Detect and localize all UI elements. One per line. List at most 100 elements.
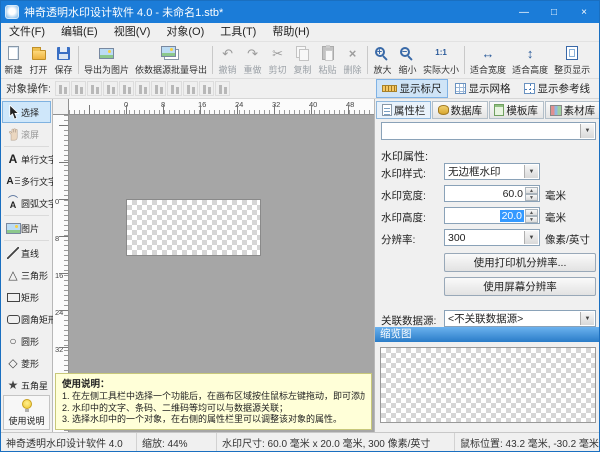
tool-triangle-label: 三角形 (21, 269, 48, 282)
spin-up-icon[interactable]: ▲ (525, 209, 538, 216)
undo-button[interactable]: ↶ 撤销 (215, 43, 240, 78)
tool-diamond[interactable]: ◇ 菱形 (2, 352, 51, 374)
tool-triangle[interactable]: △ 三角形 (2, 264, 51, 286)
paste-button[interactable]: 粘贴 (315, 43, 340, 78)
style-select[interactable]: 无边框水印 ▼ (444, 163, 540, 180)
to-back-icon[interactable] (215, 81, 230, 96)
thumbnail-preview (380, 347, 596, 423)
horizontal-ruler: 0 8 16 24 32 40 48 (69, 99, 374, 115)
tool-round-rect[interactable]: 圆角矩形 (2, 308, 51, 330)
materials-icon (550, 105, 562, 116)
tool-pan[interactable]: 滚屏 (2, 123, 51, 145)
spin-up-icon[interactable]: ▲ (525, 187, 538, 194)
menu-file[interactable]: 文件(F) (1, 23, 53, 42)
status-zoom: 缩放: 44% (137, 433, 217, 451)
zoom-out-label: 缩小 (399, 63, 417, 76)
style-select-value: 无边框水印 (448, 164, 501, 179)
tool-line[interactable]: 直线 (2, 242, 51, 264)
tool-circle-label: 圆形 (21, 335, 39, 348)
menu-edit[interactable]: 编辑(E) (53, 23, 106, 42)
object-selector[interactable]: ▼ (381, 122, 596, 140)
dropdown-arrow-icon[interactable]: ▼ (524, 165, 538, 178)
tab-properties-label: 属性栏 (394, 103, 426, 118)
height-spinner: ▲ ▼ (525, 209, 538, 222)
menu-object[interactable]: 对象(O) (158, 23, 212, 42)
batch-export-button[interactable]: 依数据源批量导出 (132, 43, 210, 78)
align-left-icon[interactable] (55, 81, 70, 96)
tool-arc-text[interactable]: ⌒ A 圆弧文字 (2, 192, 51, 214)
zoom-in-button[interactable]: 放大 (370, 43, 395, 78)
width-input[interactable]: 60.0 ▲ ▼ (444, 185, 540, 202)
paste-label: 粘贴 (319, 63, 337, 76)
v-ruler-number: 0 (55, 197, 59, 206)
status-app-name: 神奇透明水印设计软件 4.0 (1, 433, 137, 451)
menu-help[interactable]: 帮助(H) (264, 23, 317, 42)
align-bottom-icon[interactable] (135, 81, 150, 96)
save-button[interactable]: 保存 (51, 43, 76, 78)
cut-button[interactable]: ✂ 剪切 (265, 43, 290, 78)
tool-star[interactable]: ★ 五角星 (2, 374, 51, 396)
show-grid-toggle[interactable]: 显示网格 (449, 79, 517, 98)
datasource-select[interactable]: <不关联数据源> ▼ (444, 310, 596, 327)
equal-width-icon[interactable] (151, 81, 166, 96)
printer-dpi-button[interactable]: 使用打印机分辨率... (444, 253, 596, 272)
templates-icon (494, 104, 504, 116)
tool-image[interactable]: 图片 (2, 217, 51, 239)
dropdown-arrow-icon[interactable]: ▼ (580, 312, 594, 325)
dropdown-arrow-icon[interactable]: ▼ (580, 124, 594, 138)
fit-width-button[interactable]: ↔ 适合宽度 (467, 43, 509, 78)
tab-properties[interactable]: 属性栏 (376, 101, 431, 119)
align-right-icon[interactable] (87, 81, 102, 96)
zoom-out-button[interactable]: 缩小 (395, 43, 420, 78)
tool-circle[interactable]: ○ 圆形 (2, 330, 51, 352)
tool-multi-text[interactable]: A 多行文字 (2, 170, 51, 192)
actual-size-button[interactable]: 1:1 实际大小 (420, 43, 462, 78)
cut-label: 剪切 (269, 63, 287, 76)
tool-rect[interactable]: 矩形 (2, 286, 51, 308)
equal-height-icon[interactable] (167, 81, 182, 96)
tool-single-text[interactable]: A 单行文字 (2, 148, 51, 170)
redo-button[interactable]: ↷ 重做 (240, 43, 265, 78)
open-button[interactable]: 打开 (26, 43, 51, 78)
equal-size-icon[interactable] (183, 81, 198, 96)
maximize-button[interactable]: □ (539, 1, 569, 23)
align-middle-icon[interactable] (119, 81, 134, 96)
circle-icon: ○ (5, 333, 21, 349)
help-button[interactable]: 使用说明 (3, 395, 50, 430)
v-ruler-number: 8 (55, 234, 59, 243)
object-operations-bar: 对象操作: 显示标尺 显示网格 显示参考线 (1, 79, 599, 99)
show-ruler-toggle[interactable]: 显示标尺 (376, 79, 448, 98)
h-ruler-number: 8 (161, 100, 165, 109)
fit-height-button[interactable]: ↕ 适合高度 (509, 43, 551, 78)
align-top-icon[interactable] (103, 81, 118, 96)
minimize-button[interactable]: — (509, 1, 539, 23)
tab-templates[interactable]: 模板库 (489, 101, 544, 119)
lightbulb-icon (22, 399, 32, 409)
menu-view[interactable]: 视图(V) (106, 23, 159, 42)
new-document-icon (5, 45, 23, 62)
fit-page-button[interactable]: 整页显示 (551, 43, 593, 78)
to-front-icon[interactable] (199, 81, 214, 96)
close-button[interactable]: × (569, 1, 599, 23)
export-image-button[interactable]: 导出为图片 (81, 43, 132, 78)
copy-button[interactable]: 复制 (290, 43, 315, 78)
tool-select[interactable]: 选择 (2, 101, 51, 123)
screen-dpi-button[interactable]: 使用屏幕分辨率 (444, 277, 596, 296)
menu-tools[interactable]: 工具(T) (212, 23, 264, 42)
tool-diamond-label: 菱形 (21, 357, 39, 370)
redo-icon: ↷ (244, 45, 262, 62)
spin-down-icon[interactable]: ▼ (525, 194, 538, 201)
watermark-canvas[interactable] (126, 199, 261, 256)
tab-materials[interactable]: 素材库 (545, 101, 600, 119)
dpi-select[interactable]: 300 ▼ (444, 229, 540, 246)
tool-select-label: 选择 (21, 106, 39, 119)
new-button[interactable]: 新建 (1, 43, 26, 78)
height-input[interactable]: 20.0 ▲ ▼ (444, 207, 540, 224)
delete-button[interactable]: × 删除 (340, 43, 365, 78)
align-center-h-icon[interactable] (71, 81, 86, 96)
show-guides-toggle[interactable]: 显示参考线 (518, 79, 597, 98)
tab-database[interactable]: 数据库 (432, 101, 487, 119)
dropdown-arrow-icon[interactable]: ▼ (524, 231, 538, 244)
spin-down-icon[interactable]: ▼ (525, 216, 538, 223)
copy-label: 复制 (294, 63, 312, 76)
